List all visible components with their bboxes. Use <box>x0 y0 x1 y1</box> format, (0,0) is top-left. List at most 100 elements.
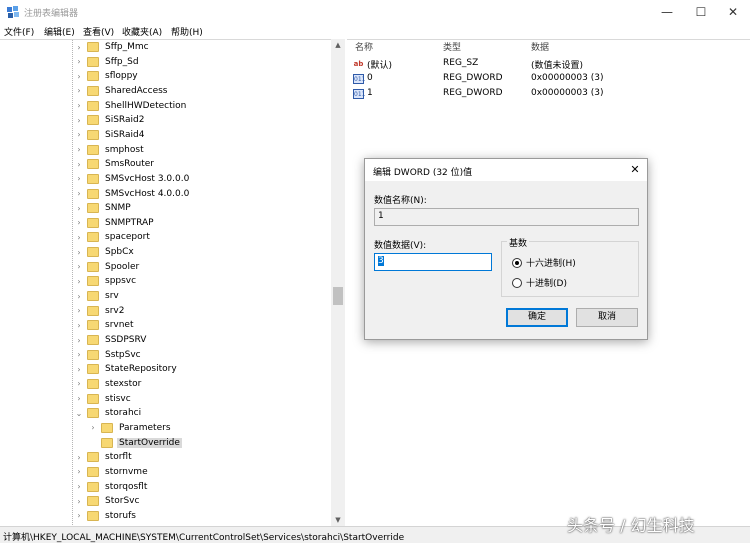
chevron-right-icon[interactable]: › <box>74 248 84 257</box>
tree-item[interactable]: › StorSvc <box>74 494 141 508</box>
tree-item[interactable]: › SharedAccess <box>74 84 170 98</box>
tree-item[interactable]: › Parameters <box>88 421 173 435</box>
chevron-right-icon[interactable]: › <box>74 160 84 169</box>
chevron-right-icon[interactable]: › <box>74 292 84 301</box>
tree-item[interactable]: › SNMPTRAP <box>74 216 156 230</box>
tree-item[interactable]: › storqosflt <box>74 480 149 494</box>
chevron-right-icon[interactable]: › <box>74 336 84 345</box>
column-header-data[interactable]: 数据 <box>531 40 549 56</box>
tree-item[interactable]: › SMSvcHost 3.0.0.0 <box>74 172 191 186</box>
tree-item[interactable]: › stisvc <box>74 392 133 406</box>
cancel-button[interactable]: 取消 <box>576 308 638 327</box>
column-header-name[interactable]: 名称 <box>355 40 373 56</box>
tree-item[interactable]: › StateRepository <box>74 362 179 376</box>
tree-item[interactable]: › SNMP <box>74 201 133 215</box>
radio-checked-icon[interactable] <box>512 257 522 268</box>
chevron-right-icon[interactable]: › <box>74 306 84 315</box>
chevron-right-icon[interactable]: › <box>74 43 84 52</box>
tree-item[interactable]: › sppsvc <box>74 274 138 288</box>
column-header-type[interactable]: 类型 <box>443 40 461 56</box>
tree-item[interactable]: › Sffp_Sd <box>74 55 141 69</box>
tree-item[interactable]: › Sffp_Mmc <box>74 40 151 54</box>
chevron-right-icon[interactable]: › <box>74 233 84 242</box>
key-path: 计算机\HKEY_LOCAL_MACHINE\SYSTEM\CurrentCon… <box>3 533 405 543</box>
tree-item[interactable]: › storufs <box>74 509 138 523</box>
scroll-up-arrow-icon[interactable]: ▲ <box>331 39 345 51</box>
tree-item[interactable]: › SmsRouter <box>74 157 156 171</box>
value-row-default[interactable]: ab (默认) REG_SZ (数值未设置) <box>347 57 747 72</box>
chevron-right-icon[interactable]: › <box>74 497 84 506</box>
radio-unchecked-icon[interactable] <box>512 277 522 288</box>
chevron-right-icon[interactable]: › <box>74 350 84 359</box>
tree-item[interactable]: › srv2 <box>74 304 126 318</box>
value-data-field[interactable]: 3 <box>374 253 492 271</box>
maximize-button[interactable]: ☐ <box>684 0 718 24</box>
chevron-right-icon[interactable]: › <box>74 467 84 476</box>
tree-item-label: ShellHWDetection <box>105 100 187 111</box>
menu-favorites[interactable]: 收藏夹(A) <box>122 25 162 38</box>
chevron-right-icon[interactable]: › <box>74 189 84 198</box>
value-row-0[interactable]: 011 0 REG_DWORD 0x00000003 (3) <box>347 72 747 87</box>
menu-edit[interactable]: 编辑(E) <box>44 25 75 38</box>
chevron-right-icon[interactable]: › <box>74 204 84 213</box>
chevron-right-icon[interactable]: › <box>74 174 84 183</box>
tree-item[interactable]: › SSDPSRV <box>74 333 148 347</box>
ok-button[interactable]: 确定 <box>506 308 568 327</box>
menu-view[interactable]: 查看(V) <box>83 25 114 38</box>
minimize-button[interactable]: — <box>650 0 684 24</box>
registry-key-tree[interactable]: › Sffp_Mmc › Sffp_Sd › sfloppy › SharedAccess › S… <box>0 39 345 526</box>
chevron-right-icon[interactable]: › <box>74 262 84 271</box>
tree-item[interactable]: › SstpSvc <box>74 348 143 362</box>
chevron-right-icon[interactable]: › <box>74 365 84 374</box>
tree-item[interactable]: › srv <box>74 289 121 303</box>
close-button[interactable]: ✕ <box>716 0 750 24</box>
chevron-right-icon[interactable]: › <box>74 116 84 125</box>
menu-help[interactable]: 帮助(H) <box>171 25 203 38</box>
chevron-right-icon[interactable]: › <box>74 145 84 154</box>
chevron-right-icon[interactable]: › <box>74 86 84 95</box>
chevron-right-icon[interactable]: › <box>74 218 84 227</box>
tree-item[interactable]: › Spooler <box>74 260 141 274</box>
chevron-right-icon[interactable]: › <box>74 72 84 81</box>
tree-item[interactable]: › spaceport <box>74 230 152 244</box>
chevron-right-icon[interactable]: › <box>74 321 84 330</box>
chevron-right-icon[interactable]: › <box>88 423 98 432</box>
folder-icon <box>87 291 99 302</box>
tree-item[interactable]: › stexstor <box>74 377 143 391</box>
dialog-close-icon[interactable]: ✕ <box>627 162 643 178</box>
tree-item-label: srvnet <box>105 320 134 331</box>
tree-item[interactable]: › sfloppy <box>74 69 140 83</box>
value-row-1[interactable]: 011 1 REG_DWORD 0x00000003 (3) <box>347 87 747 102</box>
tree-item[interactable]: › SpbCx <box>74 245 136 259</box>
chevron-down-icon[interactable]: ⌄ <box>74 409 84 418</box>
chevron-right-icon[interactable]: › <box>74 482 84 491</box>
tree-item[interactable]: › SiSRaid4 <box>74 128 146 142</box>
tree-item[interactable]: › SiSRaid2 <box>74 113 146 127</box>
tree-item[interactable]: › srvnet <box>74 318 136 332</box>
scroll-down-arrow-icon[interactable]: ▼ <box>331 514 345 526</box>
tree-item[interactable]: › ShellHWDetection <box>74 99 188 113</box>
chevron-right-icon[interactable]: › <box>74 57 84 66</box>
tree-item[interactable]: › SMSvcHost 4.0.0.0 <box>74 187 191 201</box>
scrollbar-thumb[interactable] <box>333 287 343 305</box>
chevron-right-icon[interactable]: › <box>74 277 84 286</box>
tree-item[interactable]: StartOverride <box>88 436 182 450</box>
chevron-right-icon[interactable]: › <box>74 394 84 403</box>
chevron-right-icon[interactable]: › <box>74 130 84 139</box>
tree-item[interactable]: › smphost <box>74 143 146 157</box>
tree-item[interactable]: › storflt <box>74 450 134 464</box>
folder-icon <box>87 408 99 419</box>
chevron-right-icon[interactable]: › <box>74 101 84 110</box>
value-name-field[interactable]: 1 <box>374 208 639 226</box>
radio-dec[interactable]: 十进制(D) <box>512 276 567 289</box>
chevron-right-icon[interactable]: › <box>74 453 84 462</box>
menu-file[interactable]: 文件(F) <box>4 25 34 38</box>
tree-item-label: SharedAccess <box>105 85 168 96</box>
tree-item-label: srv <box>105 291 119 302</box>
tree-scrollbar[interactable]: ▲ ▼ <box>331 39 345 526</box>
chevron-right-icon[interactable]: › <box>74 511 84 520</box>
tree-item[interactable]: ⌄ storahci <box>74 406 143 420</box>
chevron-right-icon[interactable]: › <box>74 379 84 388</box>
tree-item[interactable]: › stornvme <box>74 465 150 479</box>
radio-hex[interactable]: 十六进制(H) <box>512 256 576 269</box>
